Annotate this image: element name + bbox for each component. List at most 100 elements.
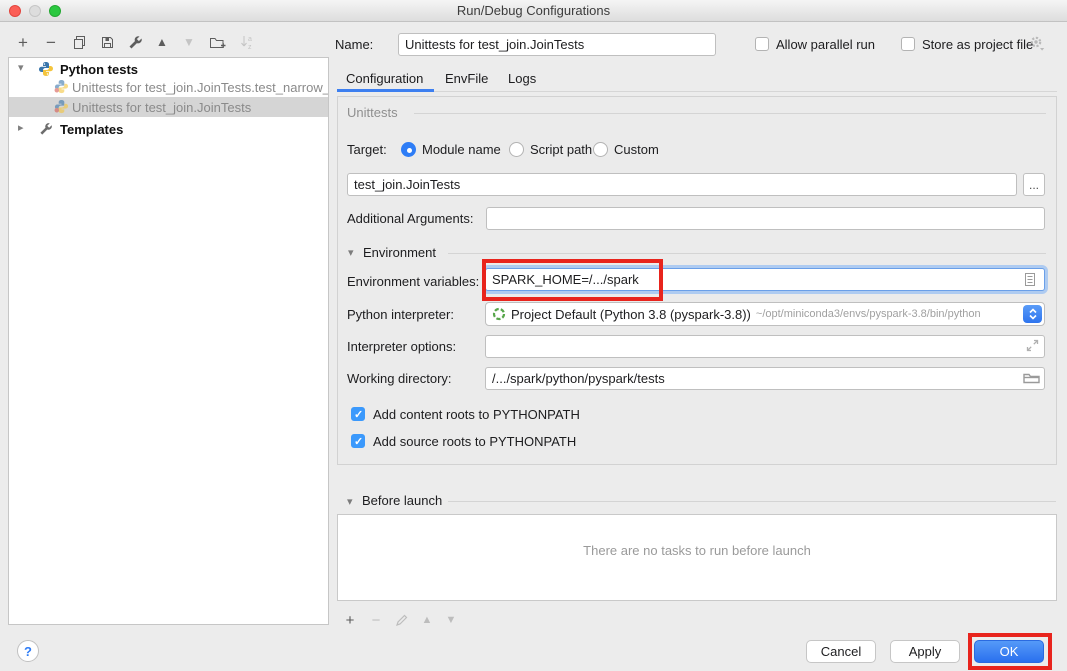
- arrow-up-icon: ▲: [422, 614, 433, 626]
- target-script-path-radio[interactable]: [509, 142, 524, 157]
- svg-text:z: z: [248, 44, 252, 50]
- store-options-button[interactable]: [1029, 35, 1045, 55]
- edit-templates-button[interactable]: [124, 31, 146, 53]
- target-module-name-radio[interactable]: [401, 142, 416, 157]
- help-button[interactable]: ?: [17, 640, 39, 662]
- interpreter-options-input[interactable]: [485, 335, 1045, 358]
- python-test-config-icon: [54, 99, 70, 115]
- tree-item-label: Unittests for test_join.JoinTests: [72, 100, 251, 115]
- question-mark-icon: ?: [24, 644, 32, 659]
- tree-item-label: Templates: [60, 122, 123, 137]
- python-interpreter-label: Python interpreter:: [347, 307, 454, 322]
- pencil-icon: [395, 613, 409, 627]
- expand-field-button[interactable]: [1026, 339, 1039, 352]
- active-tab-underline: [337, 89, 434, 92]
- move-down-button: ▼: [178, 31, 200, 53]
- browse-module-button[interactable]: ...: [1023, 173, 1045, 196]
- tree-item-python-tests[interactable]: ▾ Python tests: [9, 59, 328, 79]
- cancel-button[interactable]: Cancel: [806, 640, 876, 663]
- working-directory-input[interactable]: [485, 367, 1045, 390]
- unittests-section-title: Unittests: [347, 105, 398, 120]
- environment-variables-input[interactable]: [485, 268, 1045, 291]
- target-module-name-label[interactable]: Module name: [422, 142, 501, 157]
- configurations-tree: ▾ Python tests Unittests for test_join.J…: [8, 57, 329, 625]
- tabs-divider: [337, 91, 1057, 92]
- tab-configuration[interactable]: Configuration: [346, 71, 423, 86]
- target-custom-label[interactable]: Custom: [614, 142, 659, 157]
- working-directory-label: Working directory:: [347, 371, 452, 386]
- add-task-button[interactable]: +: [340, 610, 360, 630]
- move-up-button[interactable]: ▲: [151, 31, 173, 53]
- run-debug-configurations-dialog: { "window": { "title": "Run/Debug Config…: [0, 0, 1067, 671]
- tree-item-label: Python tests: [60, 62, 138, 77]
- title-bar: Run/Debug Configurations: [0, 0, 1067, 22]
- copy-configuration-button[interactable]: [68, 31, 90, 53]
- arrow-down-icon: ▼: [446, 614, 457, 626]
- save-configuration-button[interactable]: [96, 31, 118, 53]
- store-as-project-file-label[interactable]: Store as project file: [922, 37, 1033, 52]
- store-as-project-file-checkbox[interactable]: [901, 37, 915, 51]
- add-configuration-button[interactable]: +: [12, 31, 34, 53]
- browse-directory-button[interactable]: [1023, 371, 1040, 385]
- minus-icon: −: [372, 612, 381, 629]
- before-launch-title[interactable]: Before launch: [362, 493, 442, 508]
- add-content-roots-label[interactable]: Add content roots to PYTHONPATH: [373, 407, 580, 422]
- section-divider: [448, 253, 1046, 254]
- chevron-down-icon[interactable]: ▾: [18, 61, 24, 74]
- remove-configuration-button[interactable]: −: [40, 31, 62, 53]
- move-task-up-button: ▲: [417, 610, 437, 630]
- environment-section-title[interactable]: Environment: [363, 245, 436, 260]
- name-label: Name:: [335, 37, 373, 52]
- save-icon: [100, 35, 115, 50]
- create-folder-button[interactable]: [206, 31, 228, 53]
- remove-task-button: −: [366, 610, 386, 630]
- section-divider: [414, 113, 1046, 114]
- allow-parallel-run-checkbox[interactable]: [755, 37, 769, 51]
- list-icon: [1024, 272, 1036, 287]
- tree-item-unittest-narrow[interactable]: Unittests for test_join.JoinTests.test_n…: [9, 78, 328, 97]
- section-divider: [448, 501, 1056, 502]
- before-launch-task-list: There are no tasks to run before launch: [337, 514, 1057, 601]
- environment-variables-label: Environment variables:: [347, 274, 479, 289]
- python-test-config-icon: [54, 79, 70, 95]
- python-interpreter-select[interactable]: Project Default (Python 3.8 (pyspark-3.8…: [485, 302, 1045, 326]
- environment-section-chevron-icon[interactable]: ▾: [348, 246, 354, 259]
- arrow-up-icon: ▲: [156, 36, 168, 48]
- add-content-roots-checkbox[interactable]: [351, 407, 365, 421]
- name-input[interactable]: [398, 33, 716, 56]
- add-source-roots-label[interactable]: Add source roots to PYTHONPATH: [373, 434, 576, 449]
- sort-az-icon: az: [239, 34, 255, 50]
- before-launch-empty-text: There are no tasks to run before launch: [338, 543, 1056, 558]
- edit-variables-button[interactable]: [1024, 272, 1036, 287]
- chevron-up-down-icon: [1028, 307, 1038, 321]
- target-custom-radio[interactable]: [593, 142, 608, 157]
- allow-parallel-run-label[interactable]: Allow parallel run: [776, 37, 875, 52]
- python-interpreter-value: Project Default (Python 3.8 (pyspark-3.8…: [511, 307, 751, 322]
- ok-button[interactable]: OK: [974, 640, 1044, 663]
- tree-item-unittest-jointests[interactable]: Unittests for test_join.JoinTests: [9, 97, 328, 117]
- before-launch-chevron-icon[interactable]: ▾: [347, 495, 353, 508]
- target-script-path-label[interactable]: Script path: [530, 142, 592, 157]
- python-icon: [38, 61, 54, 77]
- wrench-icon: [128, 35, 143, 50]
- apply-button[interactable]: Apply: [890, 640, 960, 663]
- minus-icon: −: [46, 34, 56, 51]
- tree-item-templates[interactable]: ▸ Templates: [9, 119, 328, 139]
- expand-icon: [1026, 339, 1039, 352]
- edit-task-button: [392, 610, 412, 630]
- module-name-input[interactable]: [347, 173, 1017, 196]
- tab-logs[interactable]: Logs: [508, 71, 536, 86]
- additional-arguments-input[interactable]: [486, 207, 1045, 230]
- combo-stepper[interactable]: [1023, 305, 1042, 323]
- target-label: Target:: [347, 142, 387, 157]
- plus-icon: +: [18, 34, 28, 51]
- gear-icon: [1029, 35, 1045, 52]
- tab-envfile[interactable]: EnvFile: [445, 71, 488, 86]
- add-source-roots-checkbox[interactable]: [351, 434, 365, 448]
- arrow-down-icon: ▼: [183, 36, 195, 48]
- wrench-icon: [39, 122, 55, 138]
- copy-icon: [72, 35, 87, 50]
- python-interpreter-path: ~/opt/miniconda3/envs/pyspark-3.8/bin/py…: [756, 308, 981, 320]
- chevron-right-icon[interactable]: ▸: [18, 121, 24, 134]
- sort-configurations-button: az: [236, 31, 258, 53]
